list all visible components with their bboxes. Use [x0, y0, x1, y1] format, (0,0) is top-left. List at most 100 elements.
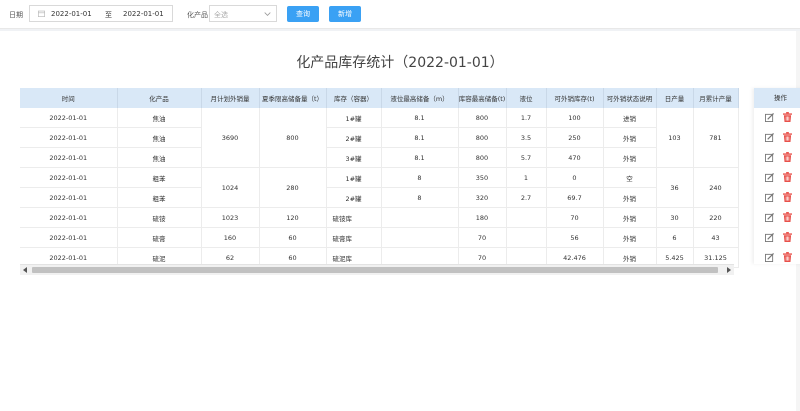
product-select[interactable]: 全选 [209, 5, 277, 22]
table-cell: 1024 [201, 167, 260, 208]
table-cell: 3#罐 [326, 147, 382, 168]
scroll-left-arrow[interactable] [23, 267, 27, 273]
table-cell: 8 [381, 187, 459, 208]
table-cell: 30 [656, 207, 694, 228]
table-cell: 焦油 [117, 147, 202, 168]
table-cell: 2022-01-01 [20, 207, 118, 228]
table-cell: 320 [458, 187, 507, 208]
table-cell: 70 [458, 227, 507, 248]
scroll-right-arrow[interactable] [727, 267, 731, 273]
edit-icon[interactable] [765, 233, 774, 242]
row-actions [754, 168, 800, 188]
table-cell: 2022-01-01 [20, 147, 118, 168]
table-cell: 粗苯 [117, 187, 202, 208]
table-cell: 空 [603, 167, 657, 188]
product-label: 化产品 [187, 11, 208, 19]
table-cell: 800 [259, 108, 327, 168]
trash-icon[interactable] [783, 172, 792, 182]
table-cell [506, 207, 547, 228]
table-cell: 进销 [603, 108, 657, 128]
table-row[interactable]: 2022-01-01 硫铵 1023 120 硫铵库 180 70 外销 30 220 [20, 207, 739, 228]
table-cell: 2022-01-01 [20, 108, 118, 128]
row-actions [754, 248, 800, 268]
row-actions [754, 228, 800, 248]
table-cell: 硫膏库 [326, 227, 382, 248]
trash-icon[interactable] [783, 212, 792, 222]
edit-icon[interactable] [765, 213, 774, 222]
table-cell: 8.1 [381, 147, 459, 168]
table-row[interactable]: 2022-01-01 焦油 2#罐 8.1 800 3.5 250 外销 [20, 127, 738, 148]
table-cell: 8.1 [381, 127, 459, 148]
table-cell: 2#罐 [326, 187, 382, 208]
table-row[interactable]: 2022-01-01 粗苯 1024 280 1#罐 8 350 1 0 空 36 240 [20, 167, 739, 208]
table-cell: 36 [656, 167, 694, 208]
table-cell: 外销 [603, 187, 657, 208]
table-cell: 60 [259, 227, 327, 248]
table-cell: 2#罐 [326, 127, 382, 148]
column-header: 可外销库存(t) [546, 88, 604, 108]
table-cell: 781 [693, 108, 739, 168]
table-cell [381, 227, 459, 248]
row-actions [754, 208, 800, 228]
table-row[interactable]: 2022-01-01 粗苯 2#罐 8 320 2.7 69.7 外销 [20, 187, 738, 208]
trash-icon[interactable] [783, 252, 792, 262]
row-actions [754, 148, 800, 168]
table-cell: 3690 [201, 108, 260, 168]
trash-icon[interactable] [783, 132, 792, 142]
edit-icon[interactable] [765, 113, 774, 122]
table-cell: 56 [546, 227, 604, 248]
column-header: 时间 [20, 88, 118, 108]
scrollbar-thumb[interactable] [32, 267, 718, 273]
column-header: 库容最高储备(t) [458, 88, 507, 108]
table-cell: 120 [259, 207, 327, 228]
table-row[interactable]: 2022-01-01 焦油 3#罐 8.1 800 5.7 470 外销 [20, 147, 738, 168]
edit-icon[interactable] [765, 193, 774, 202]
table-cell: 2022-01-01 [20, 127, 118, 148]
query-button[interactable]: 查询 [287, 6, 319, 22]
add-button[interactable]: 新增 [329, 6, 361, 22]
actions-column: 操作 [754, 88, 800, 264]
page-title: 化产品库存统计（2022-01-01） [296, 55, 504, 71]
horizontal-scrollbar[interactable] [20, 264, 734, 275]
table-cell: 240 [693, 167, 739, 208]
table-cell [506, 227, 547, 248]
date-range-picker[interactable]: 2022-01-01 至 2022-01-01 [29, 5, 173, 22]
trash-icon[interactable] [783, 152, 792, 162]
date-start-input[interactable]: 2022-01-01 [51, 10, 92, 18]
row-actions [754, 188, 800, 208]
table-cell: 69.7 [546, 187, 604, 208]
table-cell: 焦油 [117, 108, 202, 128]
table-cell: 2022-01-01 [20, 227, 118, 248]
calendar-icon [38, 10, 45, 17]
table-cell: 800 [458, 147, 507, 168]
table-cell: 外销 [603, 227, 657, 248]
table-cell: 外销 [603, 147, 657, 168]
table-cell: 70 [546, 207, 604, 228]
table-cell: 1#罐 [326, 167, 382, 188]
table-cell: 6 [656, 227, 694, 248]
table-row[interactable]: 2022-01-01 焦油 3690 800 1#罐 8.1 800 1.7 100 进销 103 7… [20, 108, 739, 168]
edit-icon[interactable] [765, 253, 774, 262]
trash-icon[interactable] [783, 192, 792, 202]
table-cell: 外销 [603, 127, 657, 148]
table-cell: 100 [546, 108, 604, 128]
edit-icon[interactable] [765, 133, 774, 142]
trash-icon[interactable] [783, 112, 792, 122]
table-cell: 8.1 [381, 108, 459, 128]
table-cell: 350 [458, 167, 507, 188]
trash-icon[interactable] [783, 232, 792, 242]
table-cell: 800 [458, 108, 507, 128]
table-cell: 3.5 [506, 127, 547, 148]
date-end-input[interactable]: 2022-01-01 [123, 10, 164, 18]
table-cell: 160 [201, 227, 260, 248]
table-row[interactable]: 2022-01-01 硫膏 160 60 硫膏库 70 56 外销 6 43 [20, 227, 739, 248]
table-cell: 2022-01-01 [20, 167, 118, 188]
table-cell: 470 [546, 147, 604, 168]
table-cell: 5.7 [506, 147, 547, 168]
edit-icon[interactable] [765, 153, 774, 162]
table-cell: 2022-01-01 [20, 187, 118, 208]
table-cell: 800 [458, 127, 507, 148]
edit-icon[interactable] [765, 173, 774, 182]
inventory-table: 时间 化产品 月计划外销量 夏季限高储备量（t） 库存（容器） 液位最高储备（m） 库容最高… [20, 88, 800, 268]
table-cell: 硫铵 [117, 207, 202, 228]
